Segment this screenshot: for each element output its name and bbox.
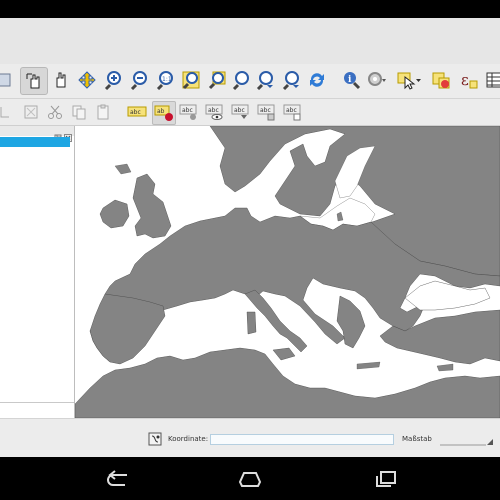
expression-select-icon[interactable]: ε bbox=[456, 67, 482, 93]
coordinate-field[interactable] bbox=[210, 434, 394, 445]
scale-label: Maßstab bbox=[402, 435, 432, 443]
close-panel-icon[interactable] bbox=[64, 127, 72, 142]
pan-map-icon[interactable] bbox=[20, 67, 48, 95]
copy-features-icon[interactable] bbox=[68, 101, 90, 123]
coordinate-label: Koordinate: bbox=[168, 435, 209, 443]
zoom-next-icon[interactable] bbox=[252, 67, 278, 93]
refresh-icon[interactable] bbox=[304, 67, 330, 93]
identify-features-icon[interactable]: i bbox=[338, 67, 364, 93]
rotate-label-icon[interactable]: abc bbox=[256, 101, 278, 123]
float-panel-icon[interactable] bbox=[54, 127, 62, 142]
layers-panel bbox=[0, 126, 75, 418]
selected-layer-row[interactable] bbox=[0, 137, 70, 147]
zoom-full-icon[interactable] bbox=[74, 67, 100, 93]
label-tool-icon[interactable]: abc bbox=[126, 101, 148, 123]
show-hide-labels-icon[interactable]: abc bbox=[204, 101, 226, 123]
move-label-text: abc bbox=[234, 107, 245, 114]
land-sardinia bbox=[246, 311, 257, 335]
panel-divider bbox=[0, 402, 74, 403]
move-feature-icon[interactable] bbox=[0, 101, 16, 123]
back-icon[interactable] bbox=[104, 468, 132, 490]
attribute-table-icon[interactable] bbox=[482, 67, 500, 93]
change-label-icon[interactable]: abc bbox=[282, 101, 304, 123]
toggle-editing-icon[interactable] bbox=[0, 67, 16, 93]
zoom-previous-icon[interactable] bbox=[278, 67, 304, 93]
highlight-labels-text: abc bbox=[182, 107, 193, 114]
cut-features-icon[interactable] bbox=[44, 101, 66, 123]
zoom-to-layer-icon[interactable] bbox=[204, 67, 230, 93]
select-features-icon[interactable] bbox=[396, 67, 422, 93]
layers-panel-header bbox=[0, 126, 74, 142]
svg-text:i: i bbox=[348, 75, 352, 85]
change-label-text: abc bbox=[286, 107, 297, 114]
action-gear-icon[interactable] bbox=[364, 67, 390, 93]
svg-text:1:1: 1:1 bbox=[162, 76, 172, 83]
map-canvas[interactable] bbox=[75, 126, 500, 418]
highlight-pinned-labels-icon[interactable]: abc bbox=[178, 101, 200, 123]
zoom-to-selection-icon[interactable] bbox=[178, 67, 204, 93]
pin-labels-icon[interactable]: ab bbox=[152, 101, 176, 125]
rotate-label-text: abc bbox=[260, 107, 271, 114]
deselect-features-icon[interactable] bbox=[428, 67, 454, 93]
android-navigation-bar bbox=[0, 458, 500, 500]
title-bar bbox=[0, 18, 500, 65]
status-bar: Koordinate: Maßstab bbox=[0, 418, 500, 457]
top-bezel bbox=[0, 0, 500, 18]
scale-field[interactable] bbox=[440, 431, 494, 446]
pan-to-selection-icon[interactable] bbox=[48, 67, 74, 93]
recent-apps-icon[interactable] bbox=[372, 468, 400, 490]
zoom-in-icon[interactable] bbox=[100, 67, 126, 93]
pin-labels-text: ab bbox=[157, 108, 165, 115]
map-navigation-toolbar: 1:1 i ε bbox=[0, 64, 500, 99]
render-toggle-icon[interactable] bbox=[148, 431, 162, 446]
labels-toolbar: abc ab abc abc abc abc abc bbox=[0, 99, 500, 126]
label-tool-text: abc bbox=[130, 109, 141, 116]
show-hide-labels-text: abc bbox=[208, 107, 219, 114]
move-label-icon[interactable]: abc bbox=[230, 101, 252, 123]
home-icon[interactable] bbox=[236, 468, 264, 490]
zoom-native-resolution-icon[interactable]: 1:1 bbox=[152, 67, 178, 93]
zoom-out-icon[interactable] bbox=[126, 67, 152, 93]
paste-features-icon[interactable] bbox=[92, 101, 114, 123]
expression-glyph: ε bbox=[461, 71, 469, 89]
delete-selected-icon[interactable] bbox=[20, 101, 42, 123]
zoom-last-icon[interactable] bbox=[228, 67, 254, 93]
